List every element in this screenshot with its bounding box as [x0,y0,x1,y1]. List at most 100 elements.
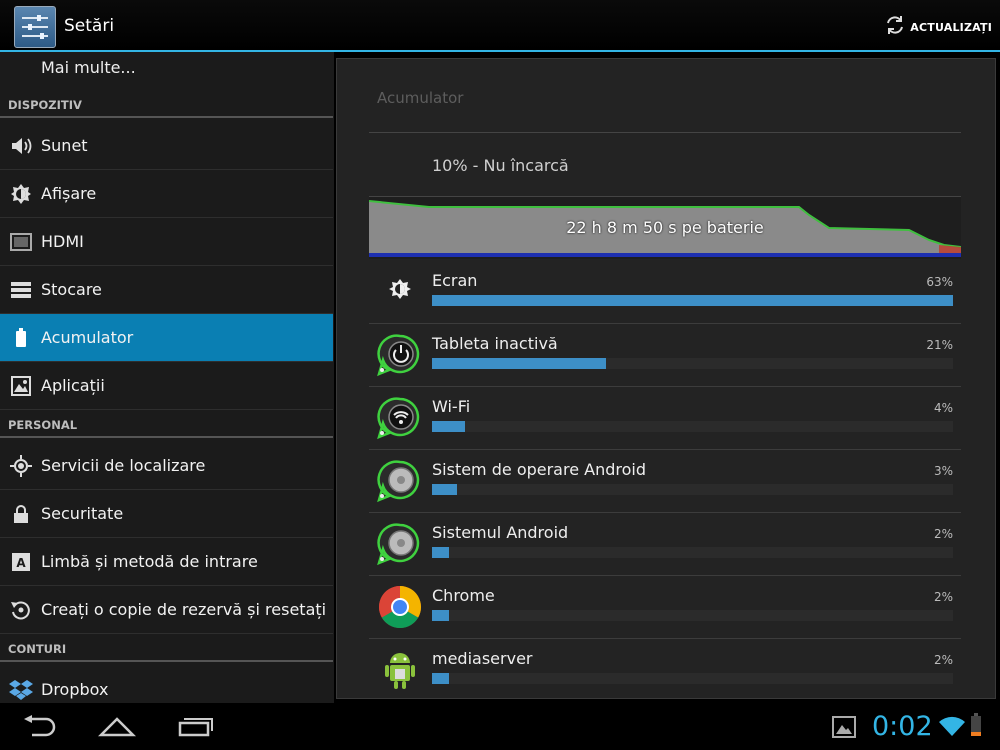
usage-bar [432,295,953,306]
battery-title: Acumulator [377,89,464,107]
settings-item-label: Stocare [41,280,102,299]
usage-bar [432,358,953,369]
usage-percent: 21% [926,338,953,352]
section-header-device: DISPOZITIV [0,94,333,118]
power-icon [377,332,423,378]
usage-bar [432,673,953,684]
wifi-icon [377,395,423,441]
usage-name: Ecran [432,271,478,290]
refresh-button[interactable]: ACTUALIZAȚI [884,14,992,40]
settings-item-label: Afișare [41,184,97,203]
usage-bar-fill [432,673,449,684]
usage-percent: 3% [933,464,953,478]
settings-item-language[interactable]: A Limbă și metodă de intrare [0,538,333,586]
usage-row-android-os[interactable]: Sistem de operare Android 3% [369,450,961,513]
usage-row-mediaserver[interactable]: mediaserver 2% [369,639,961,698]
lock-icon [0,504,41,524]
settings-item-label: Acumulator [41,328,134,347]
settings-item-hdmi[interactable]: HDMI [0,218,333,266]
brightness-icon [0,183,41,205]
settings-item-sound[interactable]: Sunet [0,122,333,170]
storage-icon [0,281,41,299]
usage-percent: 2% [933,653,953,667]
back-icon[interactable] [22,715,58,741]
usage-bar-fill [432,484,457,495]
usage-name: Chrome [432,586,495,605]
android-system-icon [377,521,423,567]
battery-icon [0,327,41,348]
usage-bar-fill [432,547,449,558]
settings-item-security[interactable]: Securitate [0,490,333,538]
status-clock[interactable]: 0:02 [872,711,933,742]
page-title: Setări [64,16,115,36]
settings-item-location[interactable]: Servicii de localizare [0,442,333,490]
battery-details-panel: Acumulator 10% - Nu încarcă 22 h 8 m 50 … [336,58,996,699]
settings-item-label: Limbă și metodă de intrare [41,552,258,571]
dropbox-icon [0,679,41,701]
usage-name: mediaserver [432,649,533,668]
settings-item-storage[interactable]: Stocare [0,266,333,314]
settings-item-label: Sunet [41,136,88,155]
section-header-personal: PERSONAL [0,414,333,438]
usage-bar-fill [432,295,953,306]
speaker-icon [0,136,41,156]
settings-app-icon[interactable] [14,6,56,48]
settings-item-battery[interactable]: Acumulator [0,314,333,362]
usage-row-tablet-idle[interactable]: Tableta inactivă 21% [369,324,961,387]
screenshot-notification-icon[interactable] [832,716,856,742]
usage-bar [432,484,953,495]
usage-bar [432,547,953,558]
settings-item-more[interactable]: Mai multe... [41,58,136,77]
wifi-signal-icon [938,715,966,741]
settings-item-display[interactable]: Afișare [0,170,333,218]
backup-icon [0,599,41,621]
battery-level-icon [970,713,982,741]
usage-name: Tableta inactivă [432,334,558,353]
battery-history-graph[interactable]: 22 h 8 m 50 s pe baterie [368,197,962,259]
settings-item-backup[interactable]: Creați o copie de rezervă și resetați [0,586,333,634]
usage-name: Sistemul Android [432,523,569,542]
settings-item-apps[interactable]: Aplicații [0,362,333,410]
svg-text:A: A [16,556,26,570]
usage-bar-fill [432,358,606,369]
settings-item-label: Aplicații [41,376,105,395]
home-icon[interactable] [97,715,137,741]
usage-bar-fill [432,610,449,621]
usage-percent: 4% [933,401,953,415]
usage-row-wifi[interactable]: Wi-Fi 4% [369,387,961,450]
settings-item-label: Servicii de localizare [41,456,206,475]
location-icon [0,454,41,477]
chrome-icon [377,584,423,630]
usage-percent: 63% [926,275,953,289]
android-robot-icon [377,647,423,693]
battery-status: 10% - Nu încarcă [432,156,569,175]
apps-icon [0,375,41,396]
usage-bar [432,421,953,432]
system-bar: 0:02 [0,703,1000,750]
recent-apps-icon[interactable] [178,715,214,741]
keyboard-icon: A [0,552,41,572]
brightness-icon [377,269,423,315]
usage-row-android-system[interactable]: Sistemul Android 2% [369,513,961,576]
usage-row-chrome[interactable]: Chrome 2% [369,576,961,639]
usage-percent: 2% [933,590,953,604]
hdmi-icon [0,232,41,251]
usage-percent: 2% [933,527,953,541]
settings-list: Mai multe... DISPOZITIV Sunet Afișare HD… [0,52,334,703]
settings-item-label: Creați o copie de rezervă și resetați [41,600,327,619]
settings-item-label: Dropbox [41,680,109,699]
divider [369,132,961,133]
android-os-icon [377,458,423,504]
usage-bar-fill [432,421,466,432]
refresh-label: ACTUALIZAȚI [910,20,992,34]
usage-bar [432,610,953,621]
settings-item-label: Securitate [41,504,124,523]
usage-row-screen[interactable]: Ecran 63% [369,261,961,324]
section-header-accounts: CONTURI [0,638,333,662]
usage-name: Wi-Fi [432,397,471,416]
usage-name: Sistem de operare Android [432,460,646,479]
action-bar: Setări ACTUALIZAȚI [0,0,1000,52]
refresh-icon [884,14,906,40]
battery-graph-label: 22 h 8 m 50 s pe baterie [566,218,764,237]
settings-item-dropbox[interactable]: Dropbox [0,666,333,703]
